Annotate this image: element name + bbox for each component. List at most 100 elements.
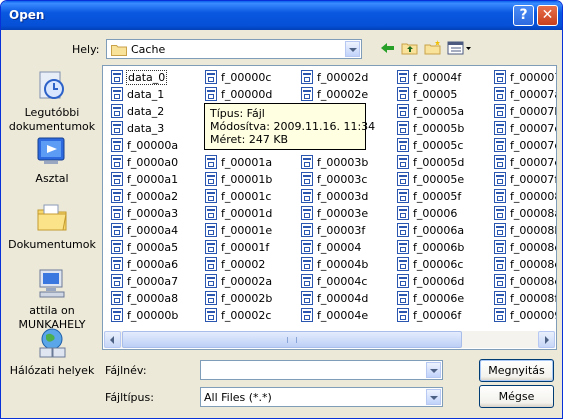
place-desktop[interactable]: Asztal xyxy=(6,135,98,186)
file-name: f_00008c xyxy=(510,241,557,254)
file-icon xyxy=(111,138,123,152)
file-icon xyxy=(494,274,506,288)
file-icon xyxy=(111,87,123,101)
file-name: f_0000a3 xyxy=(127,207,179,220)
filename-input[interactable] xyxy=(200,360,443,380)
file-name: f_00002a xyxy=(221,275,273,288)
file-name: f_00004b xyxy=(317,258,369,271)
file-icon xyxy=(301,291,313,305)
file-name: f_00007f xyxy=(510,173,557,186)
file-icon xyxy=(397,155,409,169)
file-name: f_0000a2 xyxy=(127,190,179,203)
file-name: f_00001d xyxy=(221,207,273,220)
help-button[interactable]: ? xyxy=(513,5,534,26)
file-icon xyxy=(397,291,409,305)
scroll-right-button[interactable] xyxy=(538,331,555,348)
file-name: f_00002 xyxy=(221,258,266,271)
place-label: Asztal xyxy=(35,172,69,185)
filename-dropdown-arrow[interactable] xyxy=(426,362,441,378)
file-name: f_00005 xyxy=(413,88,458,101)
file-icon xyxy=(111,257,123,271)
cancel-button[interactable]: Mégse xyxy=(479,385,554,408)
file-name: f_0000a8 xyxy=(127,292,179,305)
file-icon xyxy=(494,257,506,271)
file-icon xyxy=(397,274,409,288)
network-places-icon xyxy=(39,328,66,358)
file-icon xyxy=(111,121,123,135)
file-name: f_00003e xyxy=(317,207,369,220)
file-icon xyxy=(205,155,217,169)
horizontal-scrollbar[interactable] xyxy=(104,331,555,348)
open-button[interactable]: Megnyitás xyxy=(479,359,554,382)
open-dialog: Open ? ✕ Hely: Cache Legutóbbi dokumentu… xyxy=(0,0,563,419)
file-name: f_00003c xyxy=(317,173,368,186)
file-name: f_00007c xyxy=(510,122,557,135)
place-my-computer[interactable]: attila on MUNKAHELY xyxy=(6,267,98,332)
file-name: f_00004f xyxy=(413,71,462,84)
recent-documents-icon xyxy=(39,71,64,99)
place-recent-documents[interactable]: Legutóbbi dokumentumok xyxy=(6,69,98,134)
file-icon xyxy=(397,104,409,118)
location-combo[interactable]: Cache xyxy=(106,39,362,59)
file-name: f_00005c xyxy=(413,139,464,152)
file-name: f_00006d xyxy=(413,275,465,288)
location-dropdown-arrow[interactable] xyxy=(345,41,360,57)
place-network[interactable]: Hálózati helyek xyxy=(6,327,98,378)
tooltip-size: Méret: 247 KB xyxy=(210,133,289,146)
place-label: dokumentumok xyxy=(8,120,96,133)
location-label: Hely: xyxy=(72,43,100,56)
file-name: f_00003b xyxy=(317,156,369,169)
file-icon xyxy=(111,70,123,84)
file-name: f_00004d xyxy=(317,292,369,305)
file-name: f_00008e xyxy=(510,275,557,288)
close-button[interactable]: ✕ xyxy=(537,5,558,26)
file-icon xyxy=(205,206,217,220)
filetype-dropdown-arrow[interactable] xyxy=(426,389,441,405)
filetype-select[interactable]: All Files (*.*) xyxy=(200,387,443,407)
file-icon xyxy=(111,240,123,254)
file-name: data_1 xyxy=(127,88,165,101)
tooltip-modified: Módosítva: 2009.11.16. 11:34 xyxy=(210,120,376,133)
computer-icon xyxy=(39,269,65,298)
file-name: f_00004 xyxy=(317,241,362,254)
view-menu-icon[interactable] xyxy=(447,40,473,56)
file-icon xyxy=(205,257,217,271)
places-bar: Legutóbbi dokumentumok Asztal Dokumentum… xyxy=(6,65,98,385)
file-info-tooltip: Típus: Fájl Módosítva: 2009.11.16. 11:34… xyxy=(204,103,376,150)
file-name: f_00008d xyxy=(510,258,557,271)
title-bar[interactable]: Open ? ✕ xyxy=(1,1,562,30)
file-icon xyxy=(397,121,409,135)
scroll-left-button[interactable] xyxy=(104,331,121,348)
file-name: f_00008b xyxy=(510,224,557,237)
file-icon xyxy=(494,189,506,203)
place-label: Legutóbbi xyxy=(24,106,80,119)
place-label: Dokumentumok xyxy=(8,238,96,251)
place-my-documents[interactable]: Dokumentumok xyxy=(6,201,98,252)
file-name: f_0000a7 xyxy=(127,275,179,288)
file-name: f_00007c xyxy=(510,139,557,152)
file-name: f_00006 xyxy=(413,207,458,220)
file-name: f_00002e xyxy=(317,88,369,101)
file-icon xyxy=(111,155,123,169)
file-icon xyxy=(494,104,506,118)
location-value: Cache xyxy=(131,43,166,56)
new-folder-icon[interactable] xyxy=(424,40,442,56)
file-icon xyxy=(205,189,217,203)
file-name: f_00006e xyxy=(413,292,465,305)
file-icon xyxy=(205,274,217,288)
scrollbar-thumb[interactable] xyxy=(122,331,462,348)
file-name: f_00001e xyxy=(221,224,273,237)
file-name: f_00001c xyxy=(221,190,272,203)
file-icon xyxy=(111,104,123,118)
file-name: f_00005b xyxy=(413,122,465,135)
desktop-icon xyxy=(37,137,65,164)
tooltip-type: Típus: Fájl xyxy=(210,107,265,120)
up-folder-icon[interactable] xyxy=(401,40,419,56)
file-name: data_3 xyxy=(127,122,165,135)
file-icon xyxy=(205,87,217,101)
file-icon xyxy=(205,172,217,186)
back-icon[interactable] xyxy=(379,40,397,56)
file-name: f_00007e xyxy=(510,156,557,169)
file-icon xyxy=(301,206,313,220)
file-icon xyxy=(301,70,313,84)
